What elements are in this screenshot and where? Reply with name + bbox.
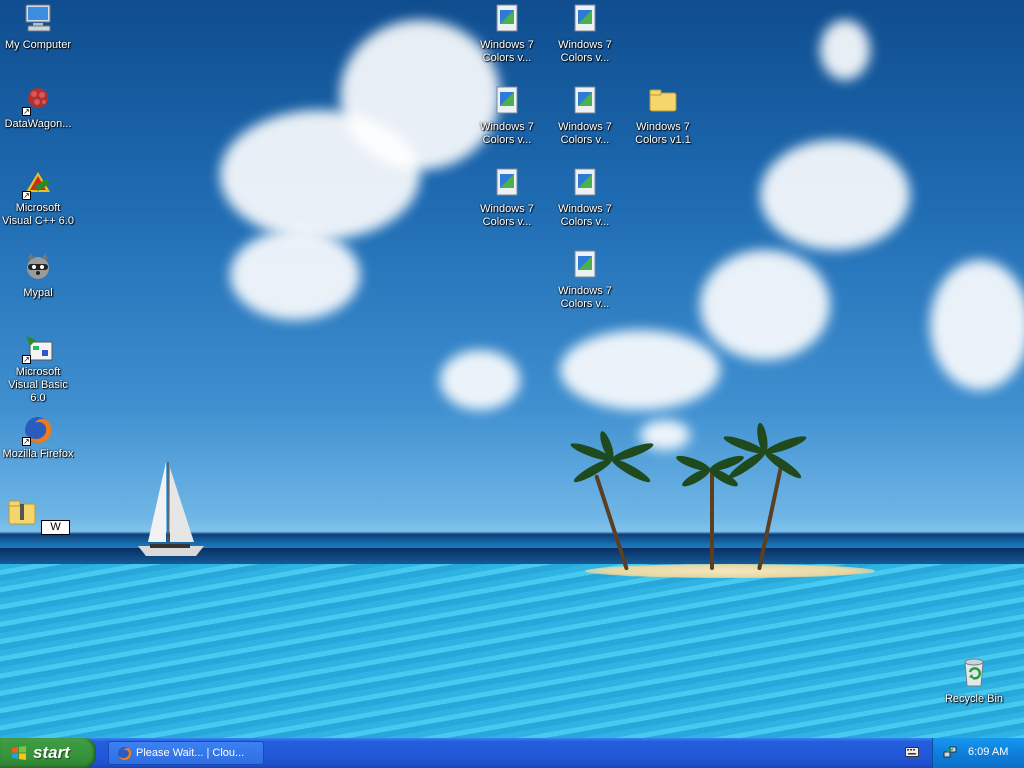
desktop-icon-label: Recycle Bin	[944, 693, 1004, 705]
desktop-icon-visual-basic[interactable]: ↗ Microsoft Visual Basic 6.0	[0, 332, 76, 405]
wallpaper-cloud	[440, 350, 520, 410]
wallpaper-cloud	[230, 230, 360, 320]
installer-icon	[574, 86, 596, 114]
desktop-icon-w-folder[interactable]: W	[0, 496, 76, 535]
installer-icon	[574, 4, 596, 32]
raccoon-icon	[27, 253, 49, 279]
desktop-icon-windows7-colors[interactable]: Windows 7 Colors v...	[469, 2, 545, 65]
desktop-icon-label: My Computer	[4, 39, 72, 51]
desktop-icon-label: Windows 7 Colors v...	[480, 39, 534, 64]
shortcut-arrow-icon: ↗	[22, 107, 31, 116]
wallpaper-cloud	[700, 250, 830, 360]
desktop-icon-datawagon[interactable]: ↗ DataWagon...	[0, 84, 76, 131]
desktop-icon-label: W	[41, 520, 70, 535]
desktop-icon-label: Microsoft Visual C++ 6.0	[2, 202, 74, 227]
desktop-icon-windows7-colors[interactable]: Windows 7 Colors v...	[547, 84, 623, 147]
installer-icon	[496, 86, 518, 114]
desktop-icon-label: Windows 7 Colors v...	[558, 39, 612, 64]
desktop-icon-label: Windows 7 Colors v1.1	[635, 121, 691, 146]
desktop-icon-recycle-bin[interactable]: Recycle Bin	[936, 656, 1012, 706]
wallpaper-cloud	[760, 140, 910, 250]
shortcut-arrow-icon: ↗	[22, 355, 31, 364]
installer-icon	[574, 168, 596, 196]
desktop-icon-label: Windows 7 Colors v...	[558, 121, 612, 146]
desktop-icon-my-computer[interactable]: My Computer	[0, 2, 76, 52]
zip-folder-icon	[8, 500, 36, 525]
system-tray: 6:09 AM	[932, 738, 1024, 768]
start-button[interactable]: start	[0, 738, 96, 768]
palm-trunk	[710, 470, 714, 570]
computer-icon	[25, 4, 51, 32]
network-icon[interactable]	[943, 745, 957, 759]
windows-logo-icon	[12, 746, 26, 760]
wallpaper-cloud	[560, 330, 720, 410]
start-label: start	[33, 743, 70, 762]
keyboard-icon[interactable]	[905, 746, 919, 758]
firefox-icon	[117, 746, 132, 761]
desktop-icon-visual-cpp[interactable]: ↗ Microsoft Visual C++ 6.0	[0, 168, 76, 228]
desktop-icon-windows7-colors[interactable]: Windows 7 Colors v...	[469, 84, 545, 147]
wallpaper-island	[585, 564, 875, 578]
installer-icon	[496, 168, 518, 196]
desktop-icon-label: Mypal	[23, 287, 53, 299]
desktop-icon-label: Windows 7 Colors v...	[558, 203, 612, 228]
desktop-icon-label: Microsoft Visual Basic 6.0	[8, 366, 68, 404]
palm-frond	[571, 455, 615, 486]
desktop-icon-label: Windows 7 Colors v...	[480, 203, 534, 228]
wallpaper-cloud	[820, 20, 870, 80]
taskbar: start Please Wait... | Clou... 6:09 AM	[0, 738, 1024, 768]
taskbar-item-label: Please Wait... | Clou...	[136, 747, 245, 759]
desktop-icon-label: Windows 7 Colors v...	[558, 285, 612, 310]
desktop-icon-label: DataWagon...	[4, 118, 72, 130]
sailboat	[138, 462, 204, 556]
palm-frond	[762, 448, 804, 482]
desktop-icon-windows7-colors[interactable]: Windows 7 Colors v...	[547, 166, 623, 229]
clock[interactable]: 6:09 AM	[968, 746, 1008, 758]
installer-icon	[496, 4, 518, 32]
taskbar-item-firefox-window[interactable]: Please Wait... | Clou...	[108, 741, 264, 765]
shortcut-arrow-icon: ↗	[22, 191, 31, 200]
wallpaper-sea	[0, 564, 1024, 738]
desktop-icon-windows7-colors-folder[interactable]: Windows 7 Colors v1.1	[625, 84, 701, 147]
desktop-icon-label: Windows 7 Colors v...	[480, 121, 534, 146]
shortcut-arrow-icon: ↗	[22, 437, 31, 446]
wallpaper-cloud	[930, 260, 1024, 390]
installer-icon	[574, 250, 596, 278]
recycle-bin-icon	[964, 658, 984, 687]
palm-frond	[609, 455, 653, 486]
desktop-icon-windows7-colors[interactable]: Windows 7 Colors v...	[547, 248, 623, 311]
desktop-icon-firefox[interactable]: ↗ Mozilla Firefox	[0, 414, 76, 461]
desktop[interactable]: My Computer ↗ DataWagon... ↗ Microsoft V…	[0, 0, 1024, 738]
desktop-icon-windows7-colors[interactable]: Windows 7 Colors v...	[469, 166, 545, 229]
desktop-icon-label: Mozilla Firefox	[2, 448, 74, 460]
folder-icon	[649, 89, 677, 112]
desktop-icon-mypal[interactable]: Mypal	[0, 250, 76, 300]
desktop-icon-windows7-colors[interactable]: Windows 7 Colors v...	[547, 2, 623, 65]
